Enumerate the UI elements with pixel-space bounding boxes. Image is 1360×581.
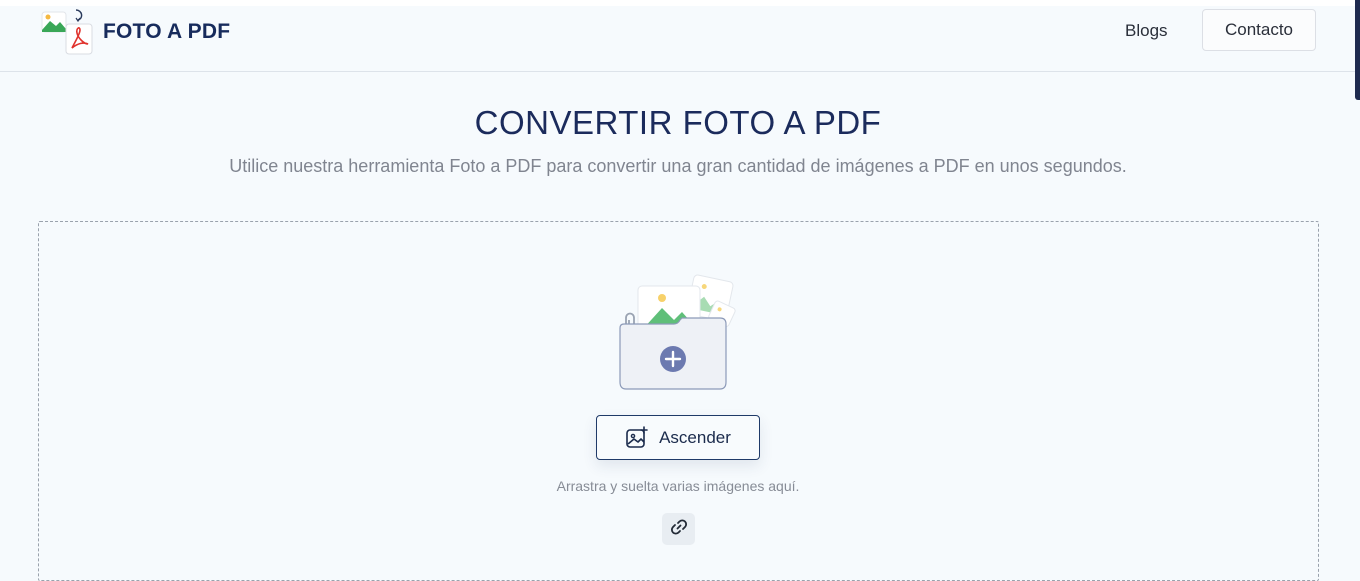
image-add-icon [625,425,649,450]
scrollbar-thumb[interactable] [1355,0,1360,100]
link-button[interactable] [662,513,695,545]
page-subtitle: Utilice nuestra herramienta Foto a PDF p… [229,156,1127,176]
nav-contact-button[interactable]: Contacto [1202,9,1316,51]
brand-name[interactable]: FOTO A PDF [103,20,230,44]
navbar: FOTO A PDF Blogs Contacto [0,6,1356,72]
logo-icon[interactable] [40,6,94,58]
nav-blogs-link[interactable]: Blogs [1125,21,1168,41]
upload-button-label: Ascender [659,427,731,447]
page-title: CONVERTIR FOTO A PDF [474,104,882,141]
folder-images-add-icon[interactable] [612,268,742,394]
upload-button[interactable]: Ascender [596,415,760,460]
drop-hint: Arrastra y suelta varias imágenes aquí. [556,478,800,494]
link-icon [670,518,688,541]
